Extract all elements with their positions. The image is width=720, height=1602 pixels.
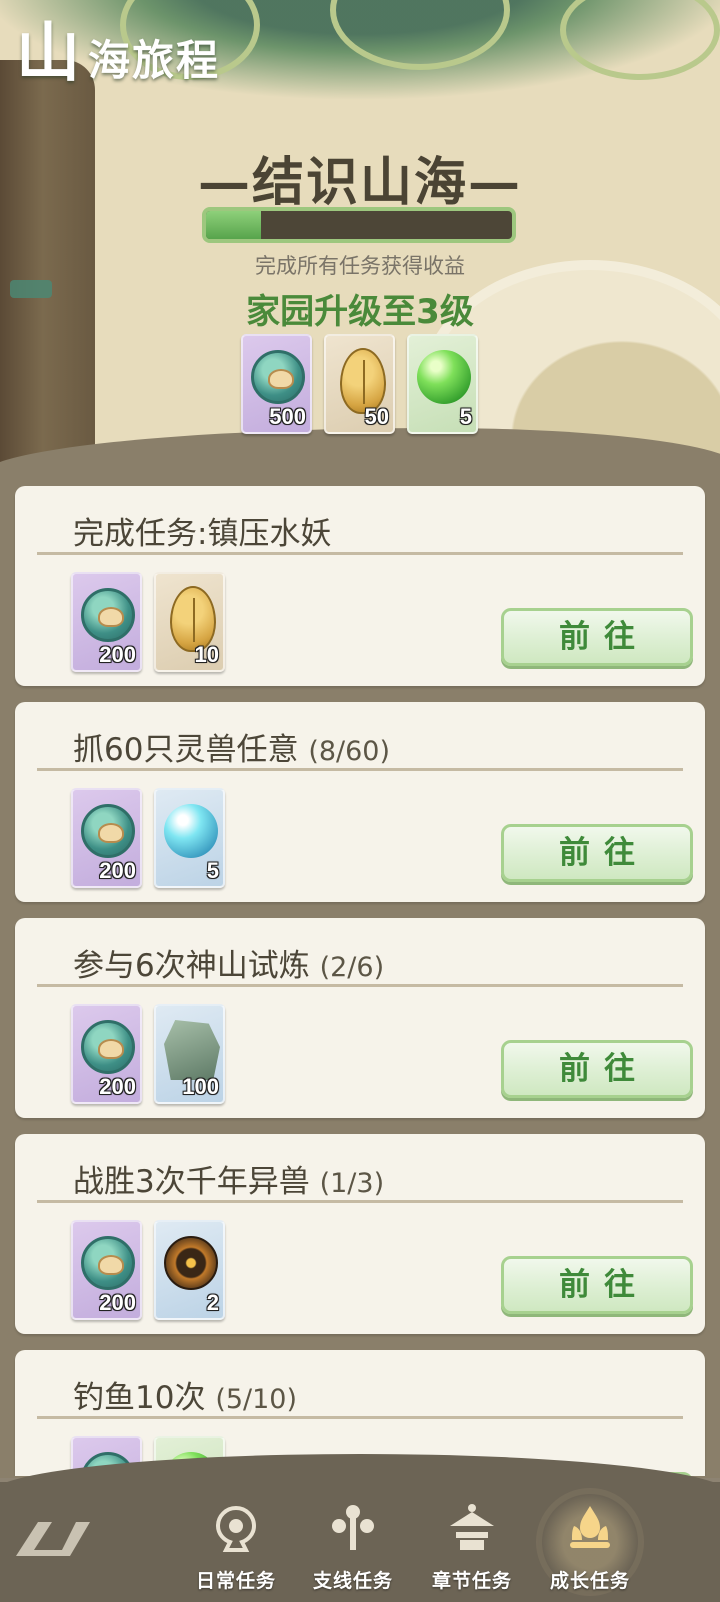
task-card: 抓60只灵兽任意 (8/60) 200 5 前往 [15, 702, 705, 902]
task-title: 战胜3次千年异兽 (1/3) [73, 1164, 385, 1200]
reward-count: 5 [459, 404, 472, 429]
task-list[interactable]: 完成任务:镇压水妖 200 10 前往 抓60只灵兽任意 (8/60) 200 5 前往 参与… [0, 480, 720, 1476]
reward-count: 100 [182, 1074, 219, 1099]
task-card: 战胜3次千年异兽 (1/3) 200 2 前往 [15, 1134, 705, 1334]
jade-coin-icon [81, 804, 135, 858]
bottom-nav: 日常任务 支线任务 章节任务 成长任务 [0, 1454, 720, 1602]
jade-coin-icon [251, 350, 305, 404]
divider [37, 552, 683, 555]
nav-tab[interactable]: 成长任务 [530, 1488, 650, 1602]
reward-item[interactable]: 200 [71, 572, 142, 672]
app-logo-icon [16, 1522, 90, 1556]
divider [37, 1416, 683, 1419]
pavilion-icon [446, 1502, 498, 1554]
header-rewards: 500 50 5 [241, 334, 478, 434]
reward-count: 200 [99, 1290, 136, 1315]
jade-coin-icon [81, 1020, 135, 1074]
task-card: 完成任务:镇压水妖 200 10 前往 [15, 486, 705, 686]
nav-tab-label: 支线任务 [312, 1570, 393, 1592]
reward-count: 200 [99, 1074, 136, 1099]
reward-item[interactable]: 200 [71, 788, 142, 888]
nav-tab[interactable]: 日常任务 [176, 1496, 296, 1602]
spirit-stone-icon [164, 1020, 220, 1080]
task-rewards: 200 100 [71, 1004, 225, 1104]
reward-count: 500 [269, 404, 306, 429]
go-button[interactable]: 前往 [501, 1256, 693, 1314]
reward-item[interactable]: 100 [154, 1004, 225, 1104]
nav-tab-label: 章节任务 [431, 1570, 512, 1592]
reward-item[interactable]: 50 [324, 334, 395, 434]
go-button[interactable]: 前往 [501, 608, 693, 666]
reward-item[interactable]: 10 [154, 572, 225, 672]
green-orb-icon [417, 350, 471, 404]
reward-count: 10 [194, 642, 219, 667]
flame-sprout-icon [564, 1502, 616, 1554]
reward-count: 2 [206, 1290, 219, 1315]
banner-wave-edge [0, 428, 720, 478]
task-rewards: 200 2 [71, 1220, 225, 1320]
task-title: 参与6次神山试炼 (2/6) [73, 948, 385, 984]
reward-count: 50 [364, 404, 389, 429]
jade-coin-icon [81, 1236, 135, 1290]
reward-item[interactable]: 200 [71, 1220, 142, 1320]
task-progress: (1/3) [319, 1168, 385, 1199]
nav-tab-label: 日常任务 [195, 1570, 276, 1592]
task-title: 完成任务:镇压水妖 [73, 516, 332, 552]
task-rewards: 200 10 [71, 572, 225, 672]
divider [37, 984, 683, 987]
task-progress: (8/60) [308, 736, 391, 767]
reward-count: 200 [99, 858, 136, 883]
reward-item[interactable]: 5 [407, 334, 478, 434]
blue-orb-icon [164, 804, 218, 858]
section-title: —结识山海— [197, 152, 522, 213]
app-title: 山海旅程 [16, 16, 221, 91]
reward-goal: 家园升级至3级 [246, 292, 474, 332]
go-button[interactable]: 前往 [501, 824, 693, 882]
reward-count: 5 [206, 858, 219, 883]
overall-progress-bar [202, 207, 516, 243]
task-rewards: 200 5 [71, 788, 225, 888]
phoenix-icon [210, 1502, 262, 1554]
task-title: 钓鱼10次 (5/10) [73, 1380, 298, 1416]
reward-item[interactable]: 5 [154, 788, 225, 888]
dark-orb-icon [164, 1236, 218, 1290]
task-title: 抓60只灵兽任意 (8/60) [73, 732, 391, 768]
divider [37, 768, 683, 771]
task-progress: (5/10) [215, 1384, 298, 1415]
nav-tab[interactable]: 支线任务 [293, 1496, 413, 1602]
nav-tab[interactable]: 章节任务 [412, 1496, 532, 1602]
reward-count: 200 [99, 642, 136, 667]
divider [37, 1200, 683, 1203]
reward-item[interactable]: 500 [241, 334, 312, 434]
jade-coin-icon [81, 588, 135, 642]
go-button[interactable]: 前往 [501, 1040, 693, 1098]
task-progress: (2/6) [319, 952, 385, 983]
branch-icon [327, 1502, 379, 1554]
task-card: 参与6次神山试炼 (2/6) 200 100 前往 [15, 918, 705, 1118]
reward-item[interactable]: 200 [71, 1004, 142, 1104]
progress-fill [206, 211, 262, 239]
nav-tab-label: 成长任务 [549, 1570, 630, 1592]
reward-item[interactable]: 2 [154, 1220, 225, 1320]
reward-caption: 完成所有任务获得收益 [255, 254, 465, 278]
